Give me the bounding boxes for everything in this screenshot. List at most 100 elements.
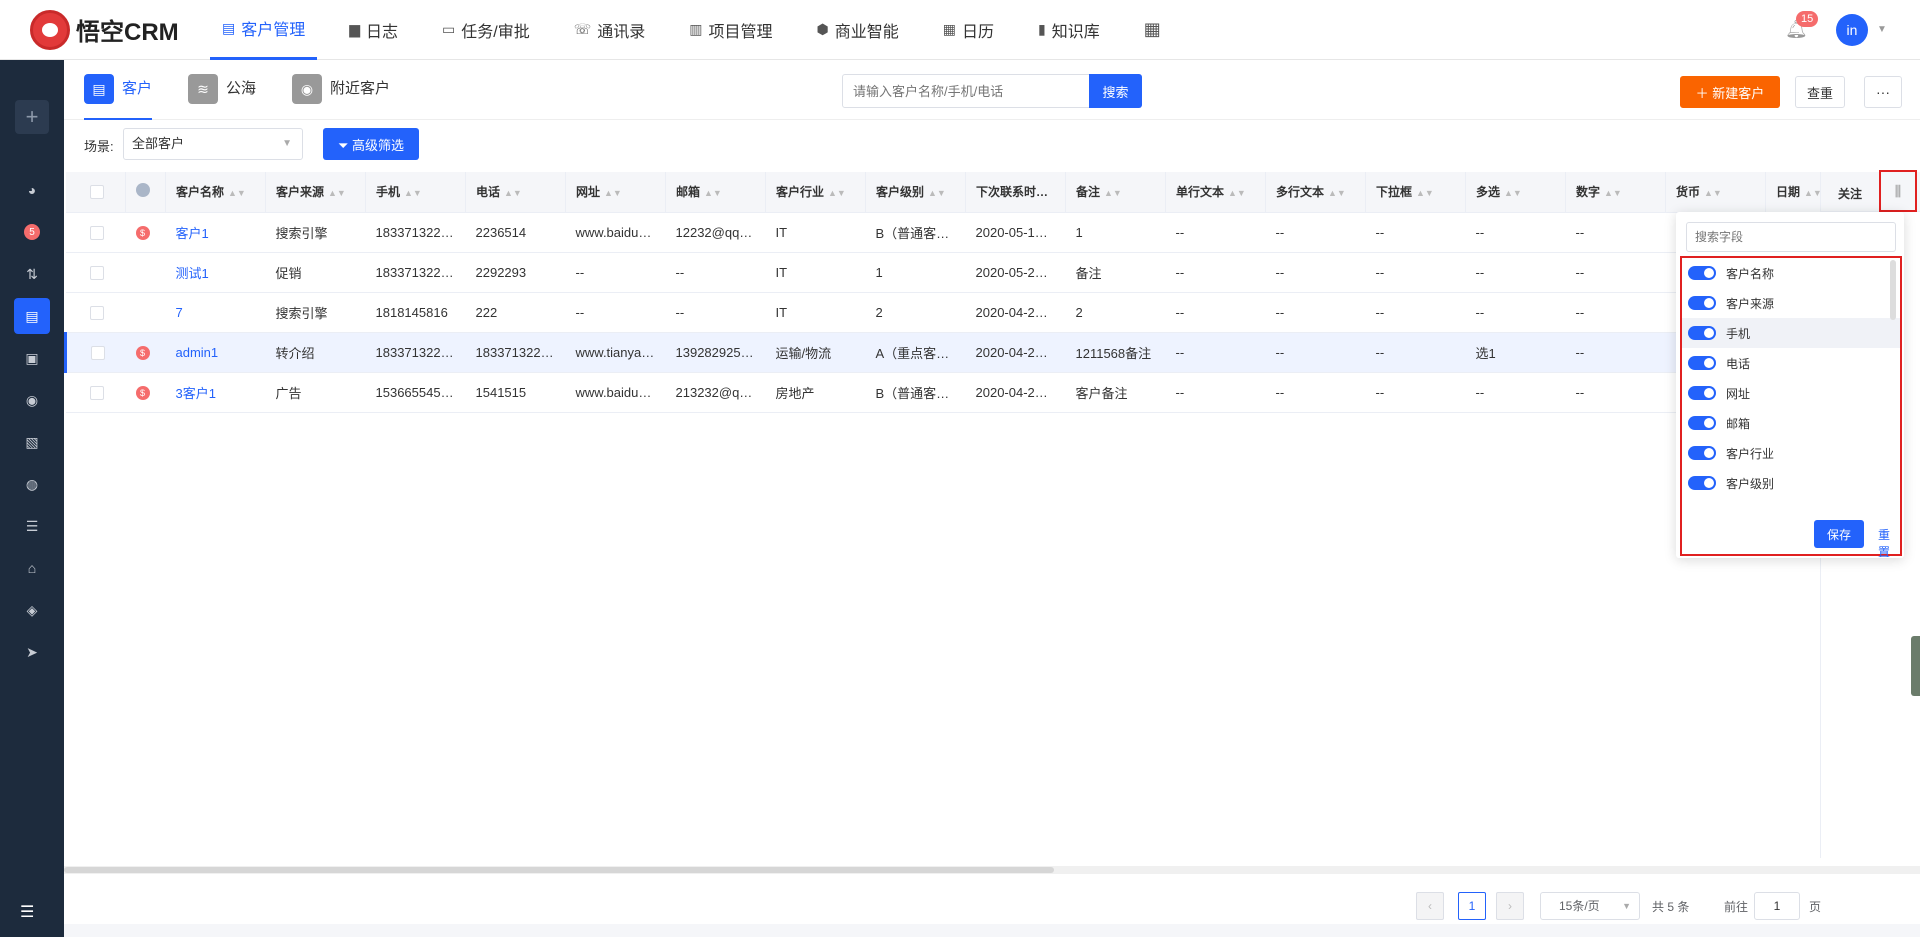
- tab-public-sea[interactable]: ≋ 公海: [188, 74, 256, 120]
- sort-icon[interactable]: ▲▼: [328, 188, 346, 198]
- column-header[interactable]: 电话 ▲▼: [465, 172, 566, 213]
- sort-icon[interactable]: ▲▼: [504, 188, 522, 198]
- column-header[interactable]: 邮箱 ▲▼: [665, 172, 766, 213]
- table-row[interactable]: $ admin1 转介绍 183371322… 183371322… www.tianya…: [64, 332, 1866, 373]
- nav-item-0[interactable]: ▤ 客户管理: [210, 0, 318, 60]
- side-drawer-handle[interactable]: [1911, 636, 1920, 696]
- sort-icon[interactable]: ▲▼: [1328, 188, 1346, 198]
- column-header[interactable]: 网址 ▲▼: [565, 172, 666, 213]
- column-header[interactable]: 货币 ▲▼: [1665, 172, 1766, 213]
- field-toggle-item[interactable]: 客户名称: [1682, 258, 1900, 288]
- dashboard-icon[interactable]: ◕: [14, 172, 50, 208]
- table-row[interactable]: $ 客户1 搜索引擎 183371322… 2236514 www.baidu… 12232…: [65, 212, 1866, 253]
- field-toggle-item[interactable]: 客户行业: [1682, 438, 1900, 468]
- toggle-switch[interactable]: [1688, 446, 1716, 460]
- column-header[interactable]: 下拉框 ▲▼: [1365, 172, 1466, 213]
- toggle-switch[interactable]: [1688, 416, 1716, 430]
- tab-nearby-customers[interactable]: ◉ 附近客户: [292, 74, 390, 120]
- user-avatar[interactable]: in: [1836, 14, 1868, 46]
- payment-icon[interactable]: ◍: [14, 466, 50, 502]
- contacts-icon[interactable]: ▣: [14, 340, 50, 376]
- storage-icon[interactable]: ☰: [14, 508, 50, 544]
- sidebar-item-badge[interactable]: 5: [14, 214, 50, 250]
- customer-name-link[interactable]: 测试1: [165, 252, 266, 293]
- customer-icon[interactable]: ▤: [14, 298, 50, 334]
- toggle-switch[interactable]: [1688, 386, 1716, 400]
- column-header[interactable]: 下次联系时…: [965, 172, 1066, 213]
- search-input[interactable]: [842, 74, 1090, 108]
- sort-icon[interactable]: ▲▼: [604, 188, 622, 198]
- customer-name-link[interactable]: 客户1: [165, 212, 266, 253]
- sort-icon[interactable]: ▲▼: [1104, 188, 1122, 198]
- row-checkbox[interactable]: [89, 265, 104, 280]
- home-icon[interactable]: ⌂: [14, 550, 50, 586]
- quick-add-button[interactable]: +: [15, 100, 49, 134]
- page-size-select[interactable]: 15条/页 ▼: [1540, 892, 1640, 920]
- field-toggle-item[interactable]: 下次联系时间: [1682, 498, 1900, 506]
- column-header[interactable]: 客户行业 ▲▼: [765, 172, 866, 213]
- toggle-switch[interactable]: [1688, 266, 1716, 280]
- nav-item-2[interactable]: ▭ 任务/审批: [430, 0, 542, 60]
- field-toggle-item[interactable]: 客户级别: [1682, 468, 1900, 498]
- page-number[interactable]: 1: [1458, 892, 1486, 920]
- toggle-switch[interactable]: [1688, 296, 1716, 310]
- goto-page-input[interactable]: 1: [1754, 892, 1800, 920]
- send-icon[interactable]: ➤: [14, 634, 50, 670]
- select-all-checkbox[interactable]: [89, 185, 104, 200]
- field-search-input[interactable]: [1686, 222, 1896, 252]
- table-row[interactable]: $3客户1 广告 153665545… 1541515 www.baidu… 213232…: [65, 372, 1866, 413]
- sort-icon[interactable]: ▲▼: [928, 188, 946, 198]
- nav-item-6[interactable]: ▦ 日历: [931, 0, 1006, 60]
- field-toggle-item[interactable]: 网址: [1682, 378, 1900, 408]
- collapse-sidebar-icon[interactable]: ☰: [20, 902, 34, 922]
- row-checkbox[interactable]: [89, 305, 104, 320]
- new-customer-button[interactable]: ＋ 新建客户: [1680, 76, 1780, 108]
- field-toggle-item[interactable]: 客户来源: [1682, 288, 1900, 318]
- nav-item-7[interactable]: ▮ 知识库: [1026, 0, 1112, 60]
- advanced-filter-button[interactable]: ⏷ 高级筛选: [323, 128, 419, 160]
- more-button[interactable]: ···: [1864, 76, 1902, 108]
- contract-icon[interactable]: ▧: [14, 424, 50, 460]
- horizontal-scrollbar[interactable]: [64, 866, 1920, 874]
- toggle-switch[interactable]: [1688, 356, 1716, 370]
- sort-icon[interactable]: ▲▼: [404, 188, 422, 198]
- nav-item-1[interactable]: ▆ 日志: [337, 0, 410, 60]
- column-settings-icon[interactable]: ⫼: [1879, 170, 1917, 212]
- nav-item-5[interactable]: ⬢ 商业智能: [805, 0, 911, 60]
- customer-name-link[interactable]: admin1: [165, 332, 266, 373]
- product-icon[interactable]: ◈: [14, 592, 50, 628]
- column-header[interactable]: 单行文本 ▲▼: [1165, 172, 1266, 213]
- column-header[interactable]: 备注 ▲▼: [1065, 172, 1166, 213]
- search-button[interactable]: 搜索: [1089, 74, 1142, 108]
- row-checkbox[interactable]: [89, 225, 104, 240]
- table-row[interactable]: 测试1 促销 183371322… 2292293 -- -- IT 1 2020-05-2… 备…: [65, 252, 1866, 293]
- field-toggle-item[interactable]: 电话: [1682, 348, 1900, 378]
- sort-icon[interactable]: ▲▼: [1416, 188, 1434, 198]
- customer-name-link[interactable]: 7: [165, 292, 266, 333]
- field-list-scrollbar[interactable]: [1890, 260, 1896, 320]
- table-row[interactable]: 7 搜索引擎 1818145816 222 -- -- IT 2 2020-04-2… 2 -- --…: [65, 292, 1866, 333]
- column-header[interactable]: 客户名称 ▲▼: [165, 172, 266, 213]
- tab-customer[interactable]: ▤ 客户: [84, 74, 153, 120]
- dedupe-button[interactable]: 查重: [1795, 76, 1845, 108]
- toggle-switch[interactable]: [1688, 476, 1716, 490]
- sort-icon[interactable]: ▲▼: [704, 188, 722, 198]
- column-header[interactable]: 多行文本 ▲▼: [1265, 172, 1366, 213]
- sort-icon[interactable]: ▲▼: [228, 188, 246, 198]
- sort-icon[interactable]: ▲▼: [1604, 188, 1622, 198]
- chevron-down-icon[interactable]: ▼: [1877, 24, 1887, 35]
- column-header[interactable]: 客户来源 ▲▼: [265, 172, 366, 213]
- sort-icon[interactable]: ▲▼: [1504, 188, 1522, 198]
- save-button[interactable]: 保存: [1814, 520, 1864, 548]
- row-checkbox[interactable]: [89, 385, 104, 400]
- column-header[interactable]: 手机 ▲▼: [365, 172, 466, 213]
- reset-button[interactable]: 重置: [1878, 526, 1900, 560]
- sort-icon[interactable]: ▲▼: [1228, 188, 1246, 198]
- next-page-icon[interactable]: ›: [1496, 892, 1524, 920]
- row-checkbox[interactable]: [91, 345, 105, 360]
- scene-select[interactable]: 全部客户 ▼: [123, 128, 303, 160]
- sort-icon[interactable]: ▲▼: [1704, 188, 1722, 198]
- field-toggle-item[interactable]: 手机: [1682, 318, 1900, 348]
- leads-icon[interactable]: ⇅: [14, 256, 50, 292]
- nav-item-4[interactable]: ▥ 项目管理: [677, 0, 784, 60]
